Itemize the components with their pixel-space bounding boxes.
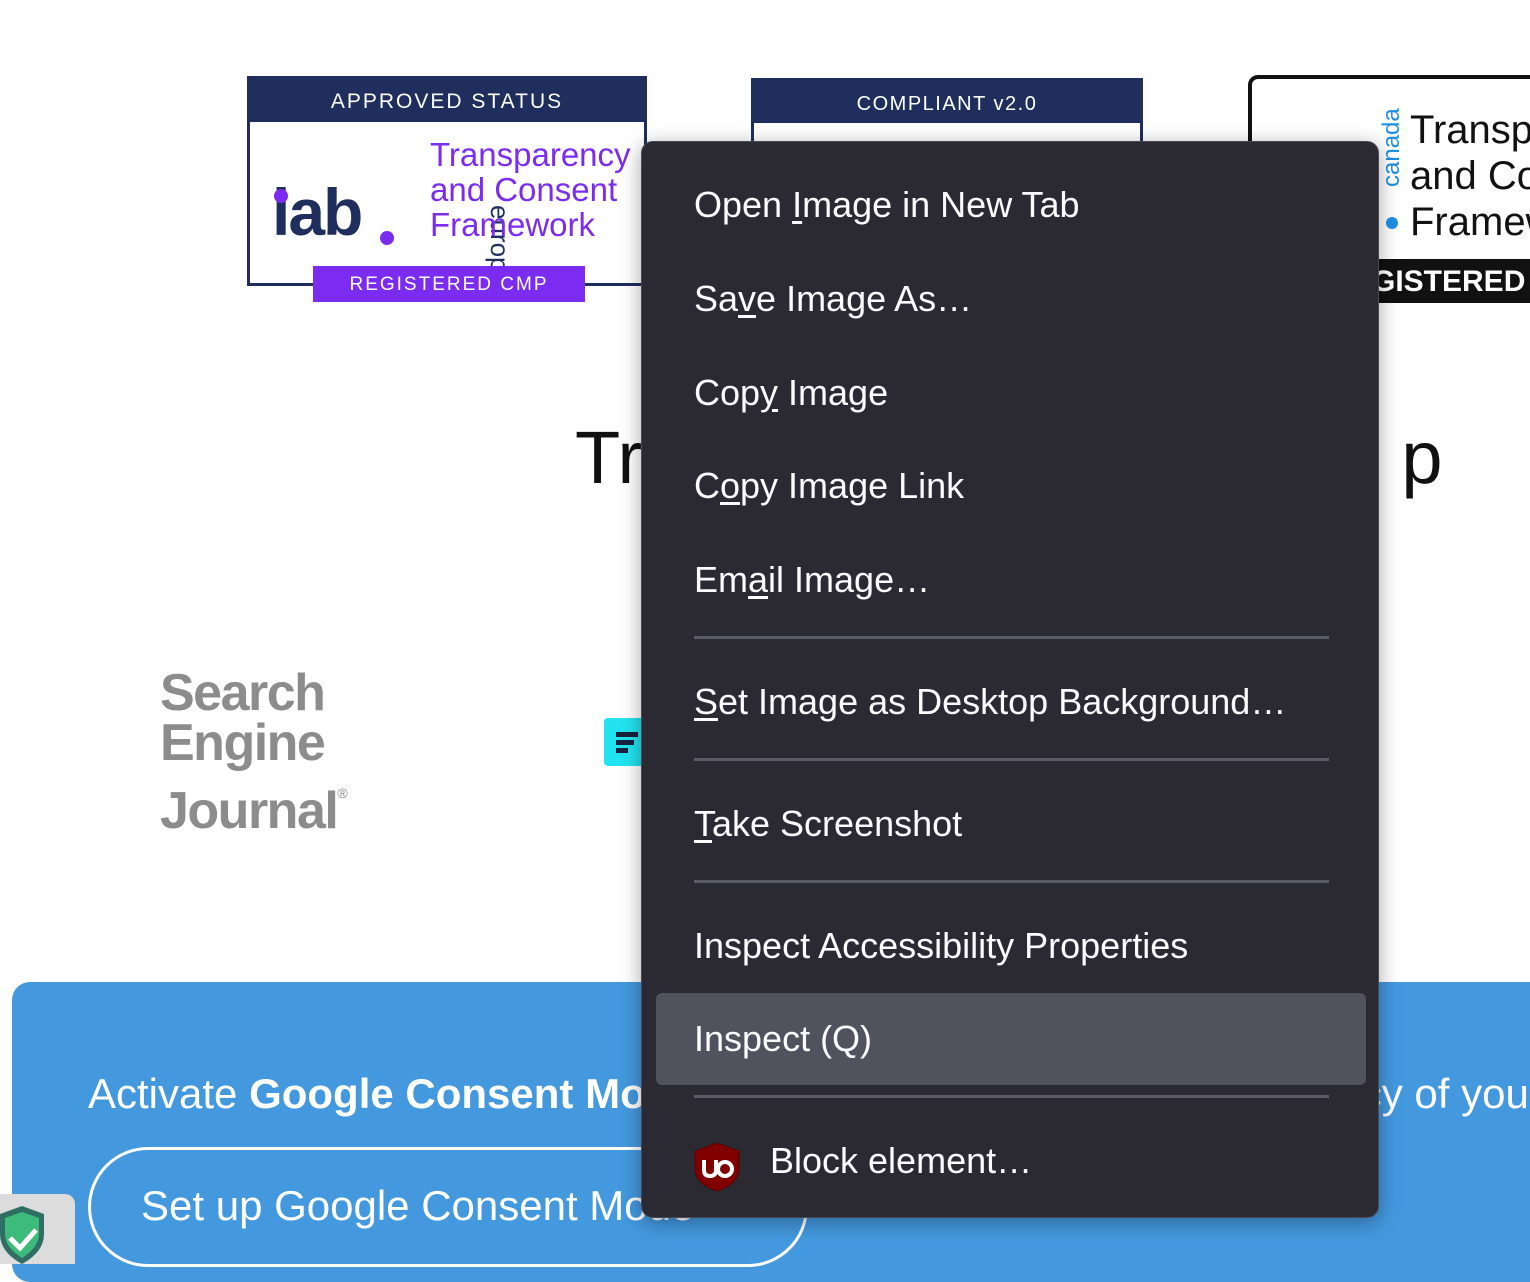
canada-dot [1386, 217, 1398, 229]
iab-dot [380, 231, 394, 245]
menu-item-label: Open Image in New Tab [694, 184, 1080, 225]
menu-separator [694, 758, 1329, 761]
badge-title: Transpa and Cor Framew [1410, 108, 1530, 244]
badge-header: COMPLIANT v2.0 [754, 81, 1140, 123]
search-engine-journal-logo: Search Engine Journal® [160, 664, 348, 840]
badge-footer: GISTERED CM [1372, 259, 1530, 299]
menu-item-open-image-new-tab[interactable]: Open Image in New Tab [656, 159, 1366, 251]
badge-footer: REGISTERED CMP [313, 266, 585, 302]
menu-item-email-image[interactable]: Email Image… [656, 534, 1366, 626]
badge-title: Transparency and Consent Framework [430, 136, 631, 243]
iab-logo: iab [272, 175, 363, 249]
menu-item-label: Copy Image [694, 372, 889, 413]
menu-item-inspect[interactable]: Inspect (Q) [656, 993, 1366, 1085]
ublock-origin-icon [694, 1142, 740, 1192]
menu-item-label: Copy Image Link [694, 465, 965, 506]
menu-item-label: Email Image… [694, 559, 931, 600]
menu-item-copy-image[interactable]: Copy Image [656, 347, 1366, 439]
region-label: canada [1378, 108, 1405, 187]
menu-item-label: Inspect (Q) [694, 1018, 873, 1059]
menu-item-label: Save Image As… [694, 278, 973, 319]
menu-separator [694, 1095, 1329, 1098]
badge-header: APPROVED STATUS [250, 79, 644, 122]
menu-separator [694, 636, 1329, 639]
partner-logo [604, 718, 644, 766]
menu-item-take-screenshot[interactable]: Take Screenshot [656, 778, 1366, 870]
iab-dot [274, 189, 288, 203]
menu-item-set-desktop-background[interactable]: Set Image as Desktop Background… [656, 656, 1366, 748]
menu-item-label: Take Screenshot [694, 803, 963, 844]
menu-item-label: Set Image as Desktop Background… [694, 681, 1287, 722]
menu-separator [694, 880, 1329, 883]
security-shield-icon[interactable] [0, 1194, 75, 1264]
context-menu: Open Image in New Tab Save Image As… Cop… [641, 141, 1379, 1218]
menu-item-label: Inspect Accessibility Properties [694, 925, 1189, 966]
menu-item-save-image-as[interactable]: Save Image As… [656, 253, 1366, 345]
menu-item-inspect-accessibility[interactable]: Inspect Accessibility Properties [656, 900, 1366, 992]
menu-item-label: Block element… [770, 1140, 1033, 1181]
iab-europe-badge[interactable]: APPROVED STATUS iab europe Transparency … [247, 76, 647, 302]
menu-item-copy-image-link[interactable]: Copy Image Link [656, 440, 1366, 532]
menu-item-block-element[interactable]: Block element… [656, 1115, 1366, 1207]
